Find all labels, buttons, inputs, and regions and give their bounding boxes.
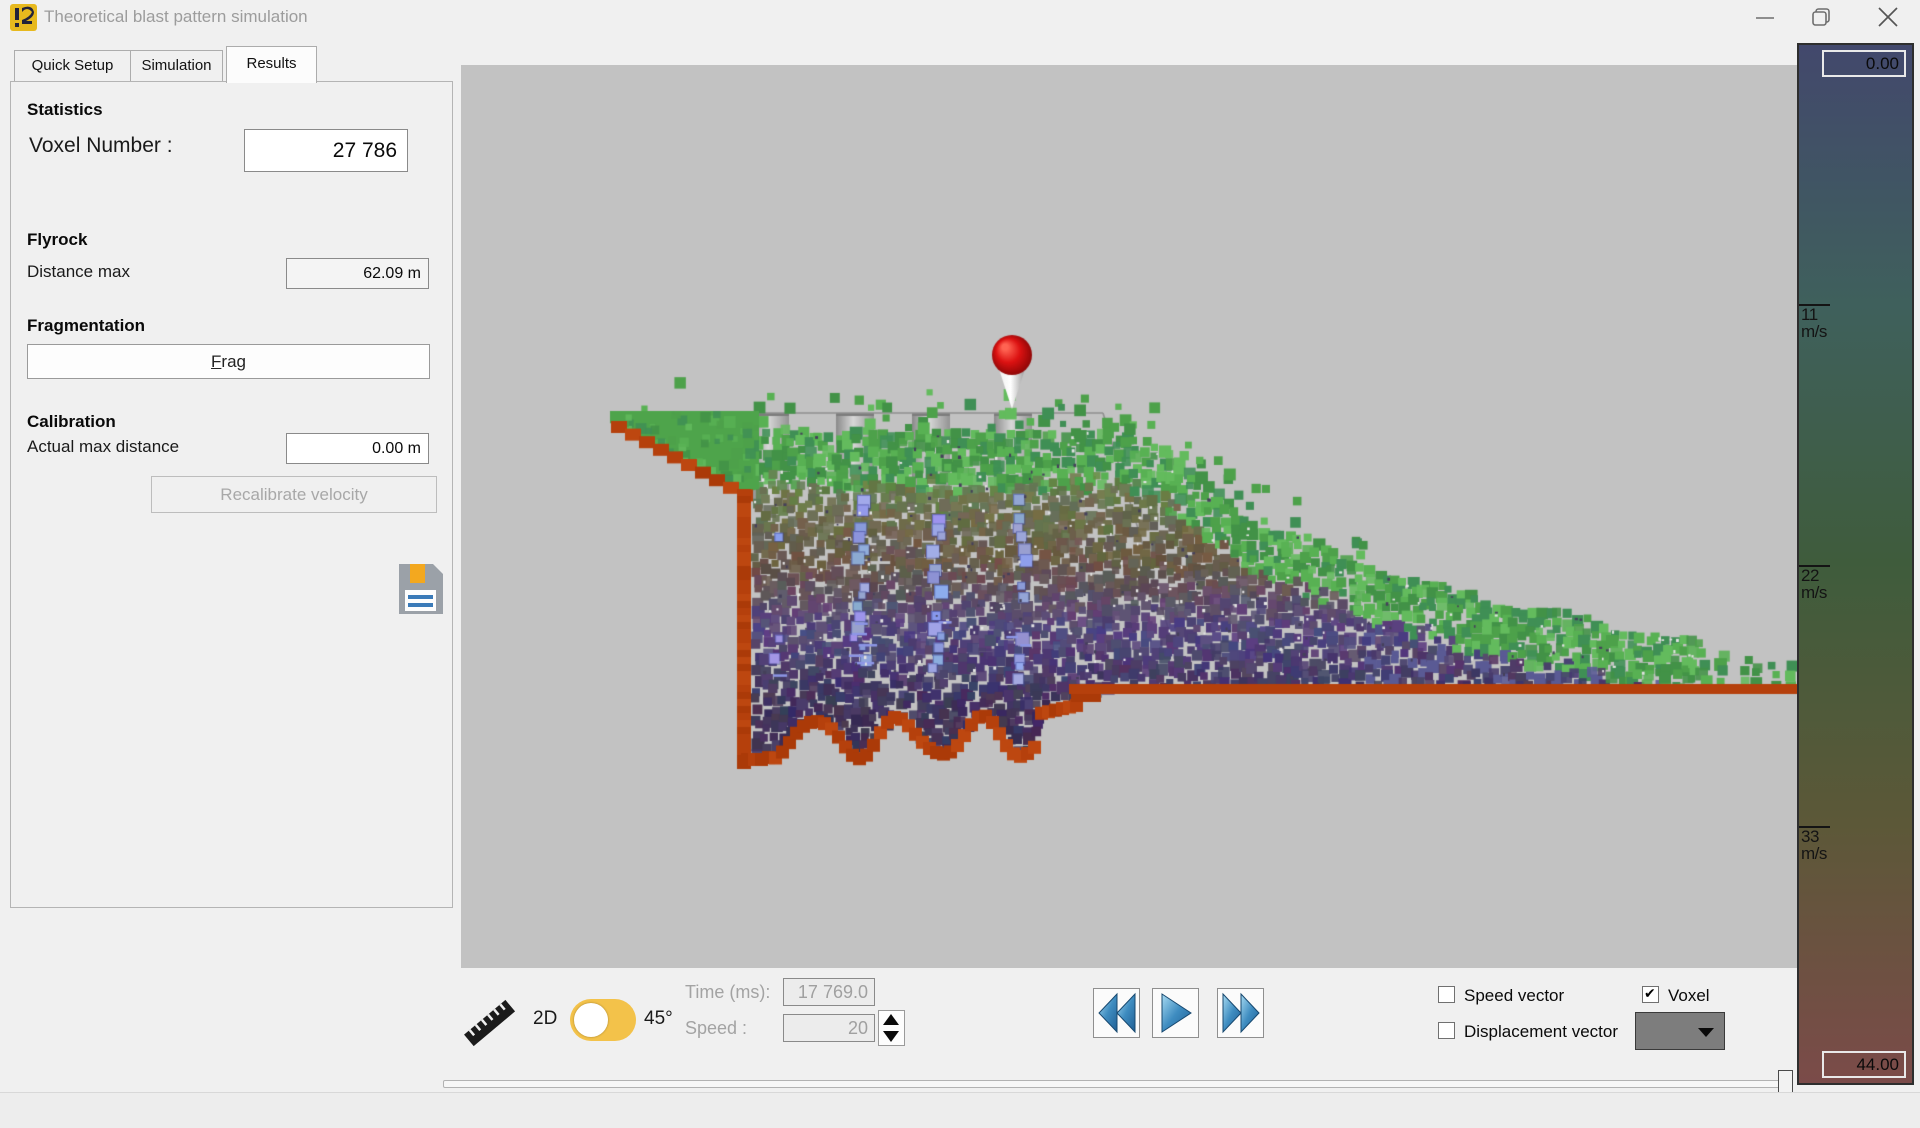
mode-2d-label: 2D xyxy=(533,1008,557,1030)
velocity-colorbar: 0.00 11 m/s 22 m/s 33 m/s 44.00 xyxy=(1797,43,1914,1085)
distance-max-field[interactable]: 62.09 m xyxy=(286,258,429,289)
distance-max-label: Distance max xyxy=(27,262,130,282)
restore-icon xyxy=(1809,5,1833,29)
tick-unit: m/s xyxy=(1799,323,1839,340)
application-window: Theoretical blast pattern simulation Qui… xyxy=(0,0,1920,1128)
time-label: Time (ms): xyxy=(685,982,770,1003)
simulation-viewport[interactable] xyxy=(461,65,1797,968)
close-icon xyxy=(1875,4,1901,30)
colorbar-tick-33: 33 m/s xyxy=(1799,826,1839,862)
timeline-slider[interactable] xyxy=(443,1080,1791,1088)
fast-forward-icon xyxy=(1221,992,1261,1034)
play-button[interactable] xyxy=(1152,988,1199,1038)
view-mode-toggle[interactable] xyxy=(570,999,636,1041)
calibration-header: Calibration xyxy=(27,412,116,432)
colorbar-max-field[interactable]: 44.00 xyxy=(1822,1051,1906,1078)
voxel-number-field[interactable]: 27 786 xyxy=(244,129,408,172)
speed-stepper[interactable] xyxy=(878,1010,905,1046)
colorbar-tick-11: 11 m/s xyxy=(1799,304,1839,340)
tab-simulation[interactable]: Simulation xyxy=(130,50,223,82)
tick-value: 11 xyxy=(1799,306,1839,323)
restore-button[interactable] xyxy=(1792,0,1850,34)
dropdown-arrow-icon xyxy=(1698,1028,1714,1037)
colorbar-min-field[interactable]: 0.00 xyxy=(1822,50,1906,77)
speed-vector-checkbox[interactable] xyxy=(1438,986,1455,1003)
title-bar: Theoretical blast pattern simulation xyxy=(0,0,1920,34)
tab-quick-setup[interactable]: Quick Setup xyxy=(14,50,131,82)
colorbar-tick-22: 22 m/s xyxy=(1799,565,1839,601)
speed-label: Speed : xyxy=(685,1018,747,1039)
displacement-vector-checkbox[interactable] xyxy=(1438,1022,1455,1039)
tick-value: 33 xyxy=(1799,828,1839,845)
toggle-knob xyxy=(574,1003,608,1037)
actual-max-distance-field[interactable]: 0.00 m xyxy=(286,433,429,464)
tab-results[interactable]: Results xyxy=(226,46,317,83)
minimize-icon xyxy=(1753,5,1777,29)
ruler-icon[interactable] xyxy=(460,990,520,1050)
displacement-vector-label: Displacement vector xyxy=(1464,1022,1618,1042)
voxel-number-label: Voxel Number : xyxy=(29,134,173,158)
voxel-label: Voxel xyxy=(1668,986,1710,1006)
frag-button-mnemonic: F xyxy=(211,352,221,371)
app-logo-icon xyxy=(10,4,37,31)
time-field[interactable]: 17 769.0 xyxy=(783,978,875,1006)
fragmentation-header: Fragmentation xyxy=(27,316,145,336)
close-button[interactable] xyxy=(1856,0,1920,34)
rewind-button[interactable] xyxy=(1093,988,1140,1038)
tick-value: 22 xyxy=(1799,567,1839,584)
window-title: Theoretical blast pattern simulation xyxy=(44,7,308,27)
voxel-checkbox[interactable] xyxy=(1642,986,1659,1003)
results-panel: Statistics Voxel Number : 27 786 Flyrock… xyxy=(10,81,453,908)
minimize-button[interactable] xyxy=(1736,0,1794,34)
status-area xyxy=(0,1092,1920,1128)
play-icon xyxy=(1158,992,1194,1034)
spinner-down-icon[interactable] xyxy=(883,1031,899,1042)
speed-field[interactable]: 20 xyxy=(783,1014,875,1042)
spinner-up-icon[interactable] xyxy=(883,1014,899,1025)
tick-unit: m/s xyxy=(1799,584,1839,601)
floppy-save-icon[interactable] xyxy=(397,560,445,616)
rewind-icon xyxy=(1097,992,1137,1034)
recalibrate-velocity-button[interactable]: Recalibrate velocity xyxy=(151,476,437,513)
speed-vector-label: Speed vector xyxy=(1464,986,1564,1006)
angle-45-label: 45° xyxy=(644,1008,673,1030)
flyrock-header: Flyrock xyxy=(27,230,87,250)
frag-button[interactable]: Frag xyxy=(27,344,430,379)
tick-unit: m/s xyxy=(1799,845,1839,862)
vector-color-dropdown[interactable] xyxy=(1635,1012,1725,1050)
actual-max-distance-label: Actual max distance xyxy=(27,437,179,457)
fast-forward-button[interactable] xyxy=(1217,988,1264,1038)
statistics-header: Statistics xyxy=(27,100,103,120)
frag-button-label: rag xyxy=(221,352,246,371)
